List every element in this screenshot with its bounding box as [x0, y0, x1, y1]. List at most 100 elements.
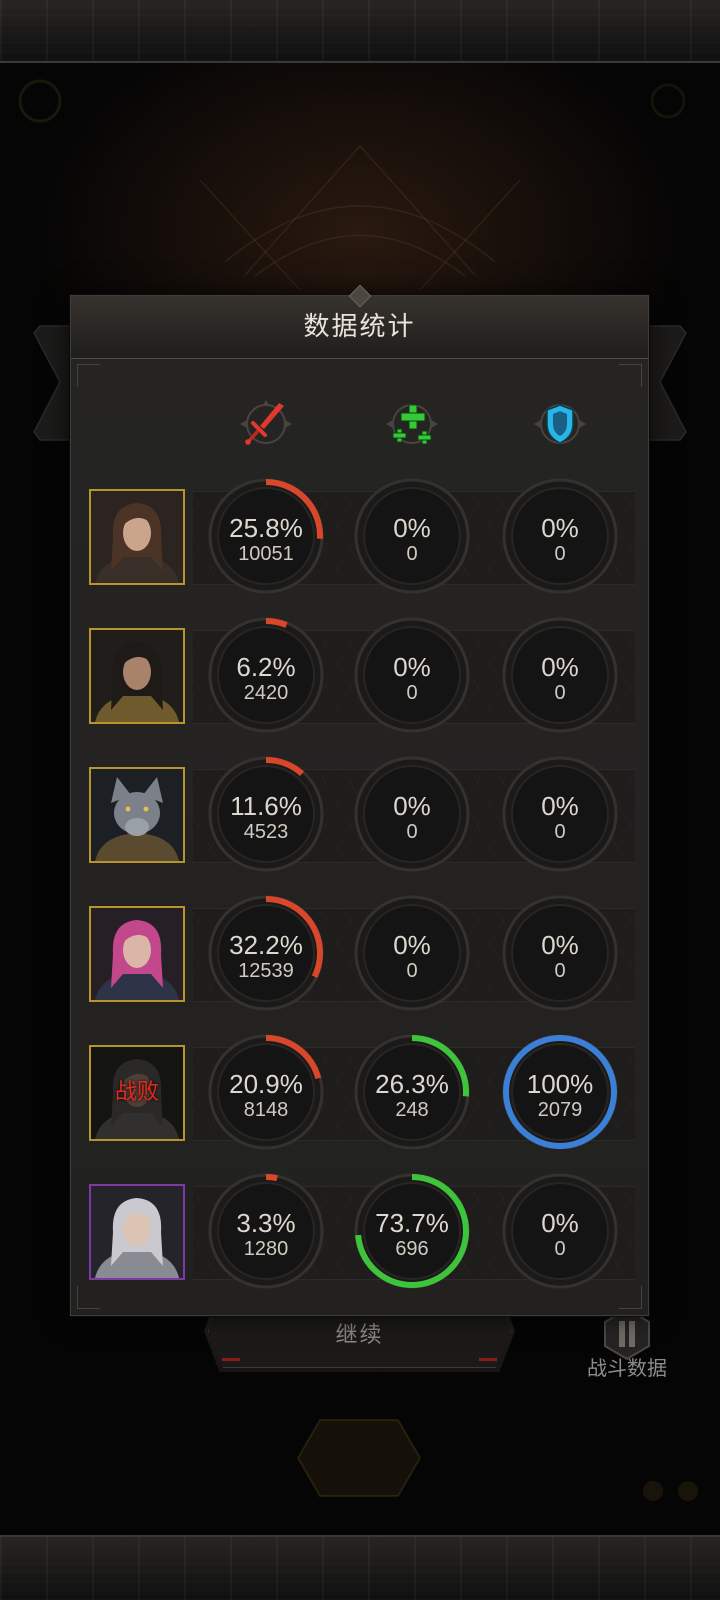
shield-percent: 0% — [541, 1208, 579, 1238]
shield-percent: 0% — [541, 930, 579, 960]
heal-percent: 73.7% — [375, 1208, 449, 1238]
panel-corner-ornament — [619, 364, 642, 387]
hero-stat-row: 6.2% 2420 0% 0 0% 0 — [71, 606, 648, 745]
hero-portrait — [89, 906, 185, 1002]
heal-value: 0 — [406, 960, 418, 982]
hero-portrait: 战败 — [89, 1045, 185, 1141]
heal-stat-ring: 26.3% 248 — [354, 1034, 470, 1150]
damage-value: 1280 — [243, 1238, 289, 1260]
damage-value: 4523 — [243, 821, 289, 843]
heal-value: 248 — [395, 1099, 429, 1121]
damage-value: 8148 — [243, 1099, 289, 1121]
shield-icon — [534, 404, 586, 444]
heal-stat-ring: 0% 0 — [354, 617, 470, 733]
heal-percent: 0% — [393, 513, 431, 543]
heal-stat-ring: 0% 0 — [354, 756, 470, 872]
portrait-image — [91, 908, 183, 1000]
heal-value: 0 — [406, 821, 418, 843]
ornament-arc — [224, 205, 496, 263]
defeat-status-label: 战败 — [114, 1080, 159, 1105]
heal-percent: 0% — [393, 652, 431, 682]
shield-value: 0 — [554, 1238, 566, 1260]
heal-value: 696 — [395, 1238, 429, 1260]
button-accent — [222, 1358, 240, 1361]
hero-stat-row: 3.3% 1280 73.7% 696 0% 0 — [71, 1162, 648, 1301]
stats-rows: 25.8% 10051 0% 0 0% 0 6.2% 2420 0% 0 0% 0 — [71, 467, 648, 1301]
damage-value: 10051 — [238, 543, 294, 565]
shield-shape — [546, 404, 574, 444]
continue-label: 继续 — [335, 1323, 384, 1348]
top-diamond-ornament — [199, 145, 521, 291]
faint-bottom-emblem — [296, 1419, 422, 1497]
hero-portrait — [89, 628, 185, 724]
battle-data-button[interactable]: 战斗数据 — [584, 1306, 670, 1382]
shield-value: 0 — [554, 682, 566, 704]
damage-percent: 11.6% — [230, 791, 302, 821]
heal-stat-ring: 0% 0 — [354, 895, 470, 1011]
heal-stat-ring: 0% 0 — [354, 478, 470, 594]
hero-stat-row: 32.2% 12539 0% 0 0% 0 — [71, 884, 648, 1023]
ornament-line — [244, 145, 476, 276]
heal-value: 0 — [406, 543, 418, 565]
right-panel-wing — [643, 325, 687, 441]
hero-portrait — [89, 1184, 185, 1280]
hero-portrait — [89, 767, 185, 863]
ornament-arc — [254, 234, 466, 277]
shield-stat-ring: 0% 0 — [502, 756, 618, 872]
damage-value: 12539 — [238, 960, 294, 982]
button-accent — [479, 1358, 497, 1361]
portrait-eye — [143, 806, 149, 812]
damage-percent: 6.2% — [236, 652, 296, 682]
damage-stat-ring: 11.6% 4523 — [208, 756, 324, 872]
portrait-image — [91, 630, 183, 722]
shield-percent: 0% — [541, 791, 579, 821]
faint-top-left-icon — [18, 79, 62, 123]
shield-percent: 100% — [526, 1069, 594, 1099]
shield-stat-ring: 0% 0 — [502, 617, 618, 733]
sword-icon — [240, 400, 292, 445]
heal-percent: 0% — [393, 791, 431, 821]
heal-percent: 0% — [393, 930, 431, 960]
damage-percent: 20.9% — [229, 1069, 303, 1099]
damage-value: 2420 — [243, 682, 289, 704]
faint-dot — [678, 1481, 698, 1501]
damage-percent: 32.2% — [229, 930, 303, 960]
portrait-image — [91, 491, 183, 583]
hero-stat-row: 战败 20.9% 8148 26.3% 248 100% 2079 — [71, 1023, 648, 1162]
heal-value: 0 — [406, 682, 418, 704]
damage-percent: 3.3% — [236, 1208, 296, 1238]
stats-panel: 数据统计 25.8% 10051 0% 0 0% 0 6.2% 2420 0% … — [70, 284, 649, 1316]
shield-value: 0 — [554, 960, 566, 982]
damage-percent: 25.8% — [229, 513, 303, 543]
portrait-image — [91, 1186, 183, 1278]
hero-stat-row: 25.8% 10051 0% 0 0% 0 — [71, 467, 648, 606]
shield-stat-ring: 0% 0 — [502, 1173, 618, 1289]
top-ornate-bar — [0, 0, 720, 63]
damage-stat-ring: 20.9% 8148 — [208, 1034, 324, 1150]
damage-stat-ring: 32.2% 12539 — [208, 895, 324, 1011]
shield-stat-ring: 100% 2079 — [502, 1034, 618, 1150]
shield-percent: 0% — [541, 652, 579, 682]
damage-stat-ring: 3.3% 1280 — [208, 1173, 324, 1289]
damage-stat-ring: 6.2% 2420 — [208, 617, 324, 733]
portrait-eye — [125, 806, 131, 812]
shield-stat-ring: 0% 0 — [502, 478, 618, 594]
portrait-image — [91, 769, 183, 861]
shield-value: 2079 — [537, 1099, 583, 1121]
damage-stat-ring: 25.8% 10051 — [208, 478, 324, 594]
shield-stat-ring: 0% 0 — [502, 895, 618, 1011]
heal-percent: 26.3% — [375, 1069, 449, 1099]
shield-value: 0 — [554, 543, 566, 565]
hero-stat-row: 11.6% 4523 0% 0 0% 0 — [71, 745, 648, 884]
hero-portrait — [89, 489, 185, 585]
heal-stat-ring: 73.7% 696 — [354, 1173, 470, 1289]
faint-top-right-icon — [650, 83, 686, 119]
panel-corner-ornament — [77, 364, 100, 387]
shield-percent: 0% — [541, 513, 579, 543]
bottom-ornate-bar — [0, 1535, 720, 1600]
shield-value: 0 — [554, 821, 566, 843]
battle-data-label: 战斗数据 — [587, 1356, 667, 1380]
heal-plus-icon — [386, 404, 438, 445]
portrait-snout — [125, 818, 149, 836]
faint-dot — [643, 1481, 663, 1501]
